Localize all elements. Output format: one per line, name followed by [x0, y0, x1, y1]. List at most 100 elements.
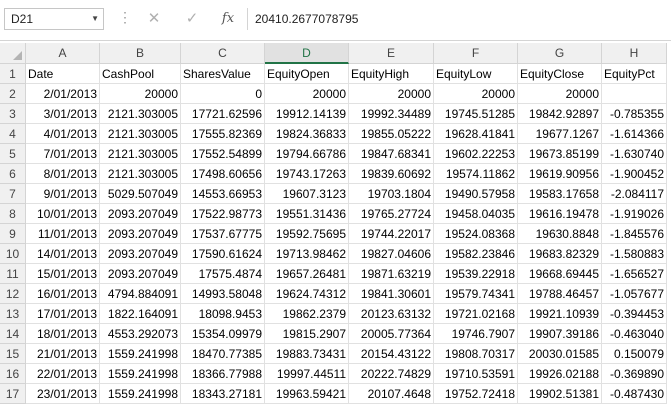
- column-header-d[interactable]: D: [265, 43, 349, 64]
- cell-g9[interactable]: 19630.8848: [518, 224, 602, 244]
- cell-d14[interactable]: 19815.2907: [265, 324, 349, 344]
- cell-c1[interactable]: SharesValue: [181, 64, 265, 84]
- cell-g2[interactable]: 20000: [518, 84, 602, 104]
- row-header-15[interactable]: 15: [0, 344, 26, 364]
- cell-c4[interactable]: 17555.82369: [181, 124, 265, 144]
- column-header-b[interactable]: B: [100, 43, 181, 64]
- cell-g12[interactable]: 19788.46457: [518, 284, 602, 304]
- cell-c9[interactable]: 17537.67775: [181, 224, 265, 244]
- cell-c12[interactable]: 14993.58048: [181, 284, 265, 304]
- name-box[interactable]: D21 ▼: [4, 8, 104, 30]
- cell-h8[interactable]: -1.919026: [602, 204, 667, 224]
- row-header-3[interactable]: 3: [0, 104, 26, 124]
- cell-e12[interactable]: 19841.30601: [349, 284, 434, 304]
- cell-b17[interactable]: 1559.241998: [100, 384, 181, 404]
- cell-a8[interactable]: 10/01/2013: [26, 204, 100, 224]
- cell-a11[interactable]: 15/01/2013: [26, 264, 100, 284]
- cell-g6[interactable]: 19619.90956: [518, 164, 602, 184]
- cell-f6[interactable]: 19574.11862: [434, 164, 518, 184]
- chevron-down-icon[interactable]: ▼: [91, 9, 99, 29]
- cell-d9[interactable]: 19592.75695: [265, 224, 349, 244]
- cell-a10[interactable]: 14/01/2013: [26, 244, 100, 264]
- select-all-button[interactable]: [0, 43, 26, 64]
- cell-d16[interactable]: 19997.44511: [265, 364, 349, 384]
- column-header-f[interactable]: F: [434, 43, 518, 64]
- row-header-5[interactable]: 5: [0, 144, 26, 164]
- cell-h11[interactable]: -1.656527: [602, 264, 667, 284]
- cell-f4[interactable]: 19628.41841: [434, 124, 518, 144]
- cell-d3[interactable]: 19912.14139: [265, 104, 349, 124]
- cell-d8[interactable]: 19551.31436: [265, 204, 349, 224]
- cell-d12[interactable]: 19624.74312: [265, 284, 349, 304]
- cell-g1[interactable]: EquityClose: [518, 64, 602, 84]
- cell-e6[interactable]: 19839.60692: [349, 164, 434, 184]
- cell-g17[interactable]: 19902.51381: [518, 384, 602, 404]
- cell-a6[interactable]: 8/01/2013: [26, 164, 100, 184]
- cell-d10[interactable]: 19713.98462: [265, 244, 349, 264]
- cell-b13[interactable]: 1822.164091: [100, 304, 181, 324]
- cell-c11[interactable]: 17575.4874: [181, 264, 265, 284]
- cell-c16[interactable]: 18366.77988: [181, 364, 265, 384]
- cell-h7[interactable]: -2.084117: [602, 184, 667, 204]
- column-header-h[interactable]: H: [602, 43, 667, 64]
- cell-e11[interactable]: 19871.63219: [349, 264, 434, 284]
- cell-b4[interactable]: 2121.303005: [100, 124, 181, 144]
- column-header-c[interactable]: C: [181, 43, 265, 64]
- cell-e13[interactable]: 20123.63132: [349, 304, 434, 324]
- cell-h14[interactable]: -0.463040: [602, 324, 667, 344]
- cell-e5[interactable]: 19847.68341: [349, 144, 434, 164]
- cell-e9[interactable]: 19744.22017: [349, 224, 434, 244]
- cell-g4[interactable]: 19677.1267: [518, 124, 602, 144]
- cell-d4[interactable]: 19824.36833: [265, 124, 349, 144]
- cell-c5[interactable]: 17552.54899: [181, 144, 265, 164]
- insert-function-icon[interactable]: fx: [216, 8, 240, 30]
- cell-f8[interactable]: 19458.04035: [434, 204, 518, 224]
- cell-a9[interactable]: 11/01/2013: [26, 224, 100, 244]
- cell-d7[interactable]: 19607.3123: [265, 184, 349, 204]
- row-header-7[interactable]: 7: [0, 184, 26, 204]
- cell-a16[interactable]: 22/01/2013: [26, 364, 100, 384]
- cell-b6[interactable]: 2121.303005: [100, 164, 181, 184]
- cell-b14[interactable]: 4553.292073: [100, 324, 181, 344]
- cell-b1[interactable]: CashPool: [100, 64, 181, 84]
- cell-b8[interactable]: 2093.207049: [100, 204, 181, 224]
- cell-h2[interactable]: [602, 84, 667, 104]
- cell-g8[interactable]: 19616.19478: [518, 204, 602, 224]
- cell-c2[interactable]: 0: [181, 84, 265, 104]
- row-header-16[interactable]: 16: [0, 364, 26, 384]
- cell-g14[interactable]: 19907.39186: [518, 324, 602, 344]
- cell-d13[interactable]: 19862.2379: [265, 304, 349, 324]
- column-header-g[interactable]: G: [518, 43, 602, 64]
- cell-e8[interactable]: 19765.27724: [349, 204, 434, 224]
- cell-d1[interactable]: EquityOpen: [265, 64, 349, 84]
- cell-f13[interactable]: 19721.02168: [434, 304, 518, 324]
- cell-c6[interactable]: 17498.60656: [181, 164, 265, 184]
- cell-d15[interactable]: 19883.73431: [265, 344, 349, 364]
- cell-g10[interactable]: 19683.82329: [518, 244, 602, 264]
- cell-e4[interactable]: 19855.05222: [349, 124, 434, 144]
- row-header-14[interactable]: 14: [0, 324, 26, 344]
- row-header-1[interactable]: 1: [0, 64, 26, 84]
- cancel-icon[interactable]: ✕: [142, 8, 166, 30]
- cell-e1[interactable]: EquityHigh: [349, 64, 434, 84]
- cell-a13[interactable]: 17/01/2013: [26, 304, 100, 324]
- row-header-6[interactable]: 6: [0, 164, 26, 184]
- cell-b2[interactable]: 20000: [100, 84, 181, 104]
- cell-f3[interactable]: 19745.51285: [434, 104, 518, 124]
- cell-d11[interactable]: 19657.26481: [265, 264, 349, 284]
- cell-b11[interactable]: 2093.207049: [100, 264, 181, 284]
- cell-f2[interactable]: 20000: [434, 84, 518, 104]
- cell-f14[interactable]: 19746.7907: [434, 324, 518, 344]
- cell-e16[interactable]: 20222.74829: [349, 364, 434, 384]
- cell-f5[interactable]: 19602.22253: [434, 144, 518, 164]
- cell-b5[interactable]: 2121.303005: [100, 144, 181, 164]
- column-header-e[interactable]: E: [349, 43, 434, 64]
- cell-a5[interactable]: 7/01/2013: [26, 144, 100, 164]
- cell-b12[interactable]: 4794.884091: [100, 284, 181, 304]
- cell-h9[interactable]: -1.845576: [602, 224, 667, 244]
- row-header-9[interactable]: 9: [0, 224, 26, 244]
- cell-h12[interactable]: -1.057677: [602, 284, 667, 304]
- cell-a2[interactable]: 2/01/2013: [26, 84, 100, 104]
- row-header-10[interactable]: 10: [0, 244, 26, 264]
- cell-g13[interactable]: 19921.10939: [518, 304, 602, 324]
